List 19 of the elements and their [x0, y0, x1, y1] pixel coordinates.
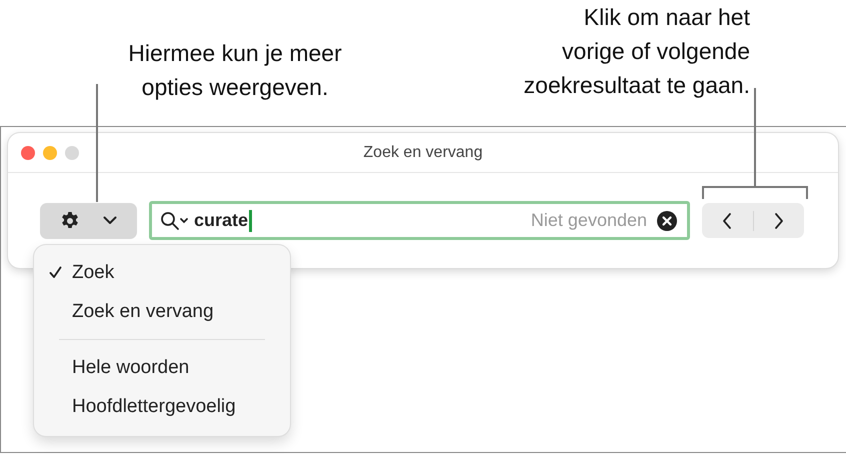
search-status: Niet gevonden [530, 210, 647, 231]
chevron-down-icon [103, 216, 118, 225]
chevron-left-icon [722, 212, 732, 230]
search-field[interactable]: curate Niet gevonden [149, 201, 690, 240]
options-button[interactable] [40, 202, 137, 238]
menu-item[interactable]: Zoek [34, 253, 290, 292]
callout-text: Hiermee kun je meer opties weergeven. [127, 39, 343, 102]
menu-item[interactable]: Zoek en vervang [34, 292, 290, 331]
search-text: curate [194, 210, 248, 231]
clear-icon[interactable] [657, 210, 677, 230]
search-icon [160, 210, 190, 230]
close-icon[interactable] [21, 146, 35, 160]
settings-icon [60, 210, 80, 230]
menu-item[interactable]: Hele woorden [34, 348, 290, 387]
chevron-right-icon [774, 212, 784, 230]
menu-item[interactable]: Hoofdlettergevoelig [34, 387, 290, 426]
callout-text: Klik om naar het vorige of volgende zoekresultaat te gaan. [522, 3, 750, 100]
text-cursor [249, 210, 252, 232]
window-title: Zoek en vervang [363, 144, 483, 162]
